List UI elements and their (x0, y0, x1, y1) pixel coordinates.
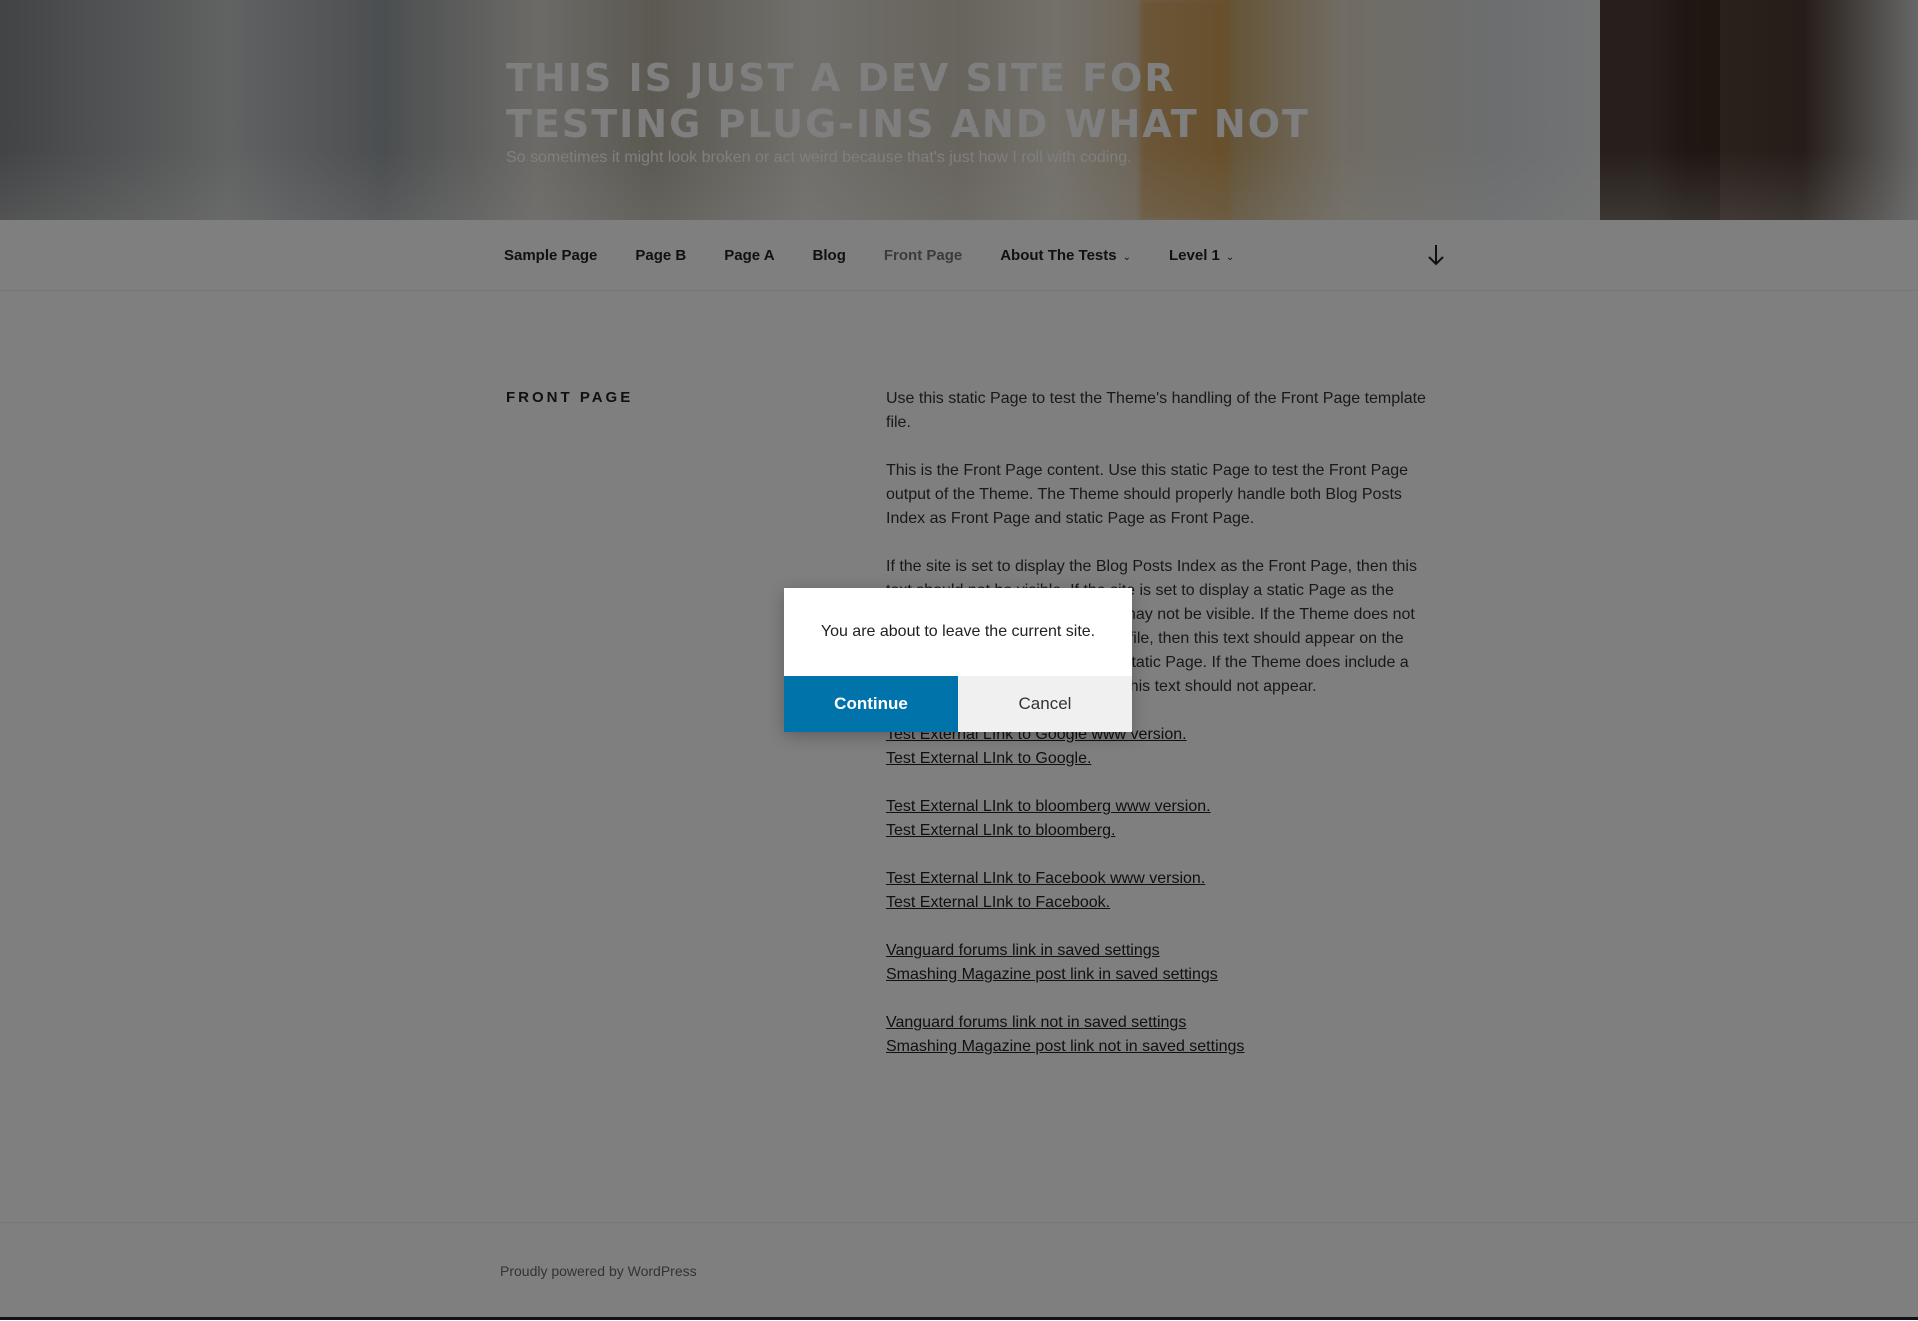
continue-button[interactable]: Continue (784, 676, 958, 732)
cancel-button[interactable]: Cancel (958, 676, 1132, 732)
dialog-message: You are about to leave the current site. (820, 623, 1096, 640)
leave-site-dialog: You are about to leave the current site.… (784, 588, 1132, 732)
